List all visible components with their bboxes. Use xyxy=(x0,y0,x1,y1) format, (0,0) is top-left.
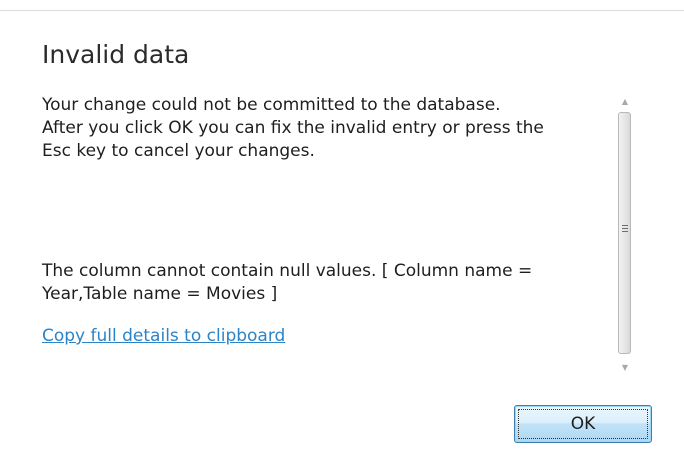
message-line: Esc key to cancel your changes. xyxy=(42,141,315,161)
ok-button[interactable]: OK xyxy=(514,405,652,443)
message-line: After you click OK you can fix the inval… xyxy=(42,118,544,138)
detail-line: The column cannot contain null values. [… xyxy=(42,261,533,281)
vertical-scrollbar[interactable]: ▲ ▼ xyxy=(616,92,634,376)
grip-icon xyxy=(622,225,628,232)
top-divider xyxy=(0,10,684,11)
message-area: Your change could not be committed to th… xyxy=(42,94,632,376)
error-detail: The column cannot contain null values. [… xyxy=(42,260,532,306)
dialog-content: Your change could not be committed to th… xyxy=(42,94,654,376)
chevron-down-icon[interactable]: ▼ xyxy=(616,358,634,376)
copy-details-link[interactable]: Copy full details to clipboard xyxy=(42,325,285,348)
chevron-up-icon[interactable]: ▲ xyxy=(616,92,634,110)
message-line: Your change could not be committed to th… xyxy=(42,95,501,115)
dialog-title: Invalid data xyxy=(42,40,190,69)
detail-line: Year,Table name = Movies ] xyxy=(42,284,278,304)
scroll-thumb[interactable] xyxy=(618,112,631,354)
error-message: Your change could not be committed to th… xyxy=(42,94,544,163)
ok-button-label: OK xyxy=(570,414,596,434)
